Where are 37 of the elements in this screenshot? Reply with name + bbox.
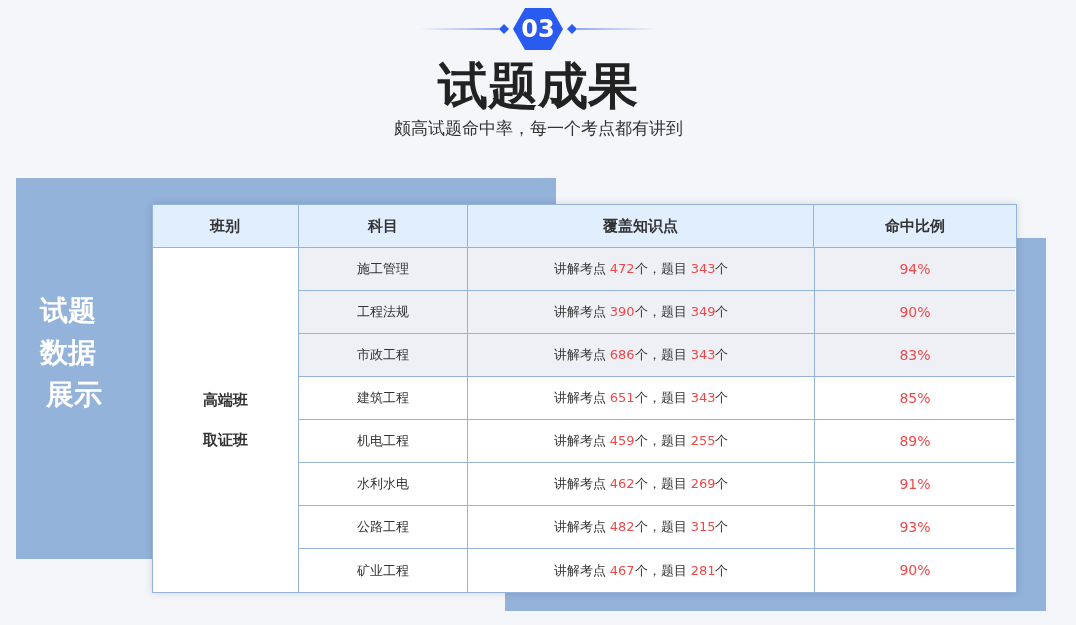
coverage-cell: 讲解考点 686个，题目 343个	[468, 334, 815, 376]
column-header: 班别	[153, 205, 299, 247]
coverage-cell: 讲解考点 390个，题目 349个	[468, 291, 815, 333]
class-name: 取证班	[203, 430, 248, 451]
rate-cell-text: 83%	[898, 345, 932, 365]
coverage-cell: 讲解考点 651个，题目 343个	[468, 377, 815, 419]
hexagon-badge	[513, 8, 563, 50]
section-subtitle: 颇高试题命中率，每一个考点都有讲到	[393, 117, 683, 140]
section-number: 03	[521, 17, 555, 41]
coverage-cell: 讲解考点 462个，题目 269个	[468, 463, 815, 505]
side-label: 试题	[40, 293, 96, 329]
column-header: 科目	[298, 205, 468, 247]
subject-cell: 市政工程	[299, 334, 468, 376]
side-label: 展示	[46, 377, 102, 413]
coverage-cell: 讲解考点 482个，题目 315个	[468, 506, 815, 548]
class-name: 高端班	[203, 389, 248, 411]
coverage-cell: 讲解考点 472个，题目 343个	[468, 248, 815, 290]
subject-cell: 机电工程	[299, 420, 468, 462]
rate-cell-text: 93%	[898, 517, 932, 537]
section-title: 试题成果	[438, 56, 638, 116]
column-header: 命中比例	[884, 215, 947, 237]
column-header: 覆盖知识点	[467, 205, 815, 247]
rate-cell-text: 89%	[898, 431, 932, 451]
side-label: 数据	[40, 335, 96, 371]
subject-cell: 工程法规	[299, 291, 468, 333]
subject-cell: 施工管理	[299, 248, 468, 290]
rate-cell-text: 85%	[898, 388, 932, 408]
subject-cell: 矿业工程	[299, 549, 468, 592]
rate-cell-text: 90%	[898, 561, 932, 580]
coverage-cell: 讲解考点 467个，题目 281个	[468, 549, 815, 592]
rate-cell-text: 90%	[898, 302, 932, 322]
rate-cell-text: 94%	[898, 259, 932, 279]
rate-cell-text: 91%	[898, 474, 932, 494]
subject-cell: 建筑工程	[299, 377, 468, 419]
subject-cell: 水利水电	[299, 463, 468, 505]
coverage-cell: 讲解考点 459个，题目 255个	[468, 420, 815, 462]
subject-cell: 公路工程	[299, 506, 468, 548]
